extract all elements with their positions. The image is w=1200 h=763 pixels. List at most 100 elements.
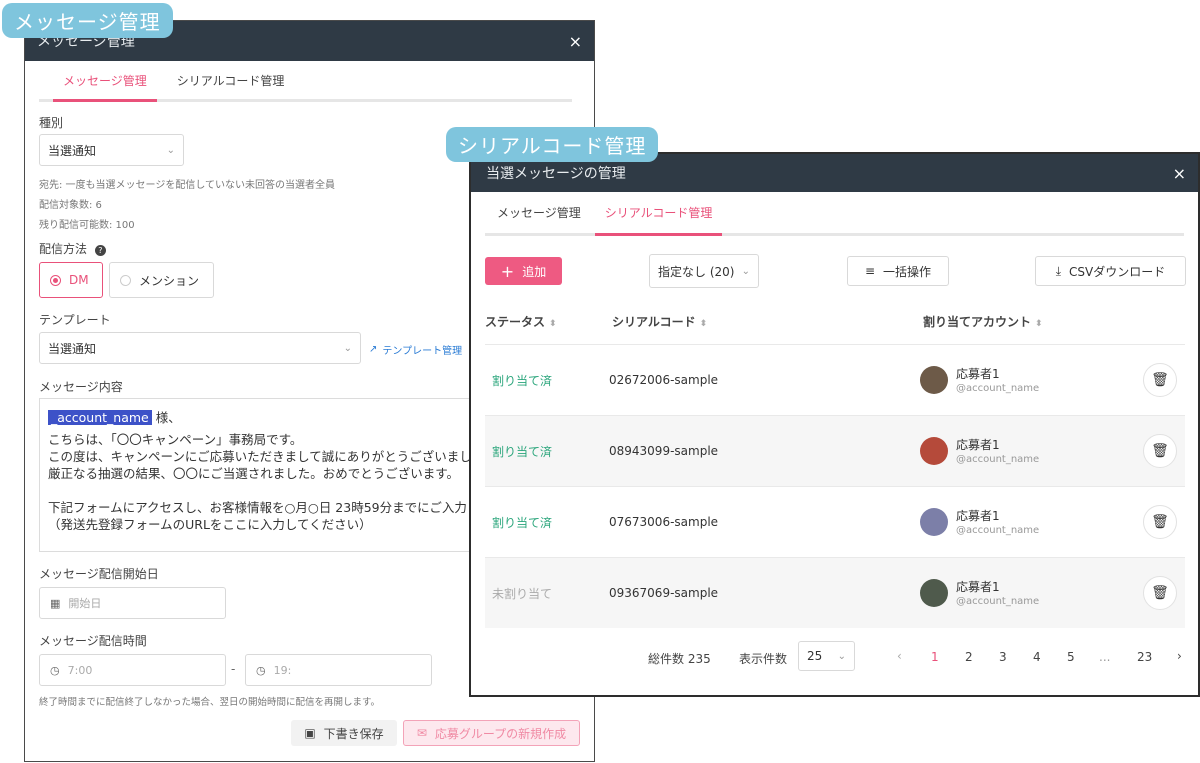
add-label: 追加 <box>522 264 547 279</box>
help-icon[interactable]: ? <box>94 245 106 256</box>
time-end-input[interactable]: ◷ 19: <box>245 654 432 686</box>
row-handle: @account_name <box>956 596 1040 607</box>
account-name-variable: _account_name <box>48 410 152 425</box>
col-account-label: 割り当てアカウント <box>923 315 1032 329</box>
page-5[interactable]: 5 <box>1067 650 1075 664</box>
row-code: 02672006-sample <box>609 373 719 387</box>
per-page-select[interactable]: 25 ⌄ <box>798 641 855 671</box>
time-start-input[interactable]: ◷ 7:00 <box>39 654 226 686</box>
avatar <box>920 579 948 607</box>
row-handle: @account_name <box>956 454 1040 465</box>
col-serial[interactable]: シリアルコード ⬍ <box>612 313 707 330</box>
left-close-icon[interactable]: × <box>569 32 582 51</box>
method-label: 配信方法 ? <box>39 240 106 257</box>
external-link-icon: ↗ <box>369 344 378 355</box>
chevron-down-icon: ⌄ <box>343 342 352 354</box>
method-dm-option[interactable]: DM <box>39 262 103 298</box>
delete-icon[interactable]: 🗑 <box>1143 576 1177 610</box>
page-3[interactable]: 3 <box>999 650 1007 664</box>
left-tab-message[interactable]: メッセージ管理 <box>53 72 157 102</box>
total-count: 総件数 235 <box>648 652 711 666</box>
prev-page-icon[interactable]: ‹ <box>897 649 902 663</box>
template-select[interactable]: 当選通知 ⌄ <box>39 332 361 364</box>
time-separator: - <box>231 662 236 676</box>
radio-icon <box>120 274 131 286</box>
row-status: 未割り当て <box>492 586 553 601</box>
time-end-value: 19: <box>273 663 292 677</box>
col-account[interactable]: 割り当てアカウント ⬍ <box>923 313 1043 330</box>
csv-download-label: CSVダウンロード <box>1069 264 1166 279</box>
download-icon: ⤓ <box>1055 263 1062 278</box>
calendar-icon: ▦ <box>50 596 61 610</box>
badge-message-management: メッセージ管理 <box>2 3 173 38</box>
chevron-down-icon: ⌄ <box>837 650 846 662</box>
right-tab-message[interactable]: メッセージ管理 <box>485 204 595 233</box>
table-row: 未割り当て 09367069-sample 応募者1 @account_name… <box>485 557 1185 628</box>
table-row: 割り当て済 02672006-sample 応募者1 @account_name… <box>485 344 1185 415</box>
method-dm-label: DM <box>69 273 89 287</box>
recipient-info: 宛先: 一度も当選メッセージを配信していない未回答の当選者全員 <box>39 180 336 191</box>
clock-icon: ◷ <box>50 663 60 677</box>
type-label: 種別 <box>39 116 64 130</box>
type-select[interactable]: 当選通知 ⌄ <box>39 134 184 166</box>
per-page-label: 表示件数 <box>739 652 788 666</box>
method-mention-option[interactable]: メンション <box>109 262 214 298</box>
start-date-input[interactable]: ▦ 開始日 <box>39 587 226 619</box>
col-status[interactable]: ステータス ⬍ <box>485 313 557 330</box>
bulk-action-button[interactable]: ≡ 一括操作 <box>847 256 949 286</box>
draft-save-label: 下書き保存 <box>323 726 384 741</box>
content-label: メッセージ内容 <box>39 380 123 394</box>
page-ellipsis: ... <box>1099 650 1111 664</box>
filter-value: 指定なし (20) <box>658 264 735 279</box>
left-tab-serial[interactable]: シリアルコード管理 <box>167 72 295 99</box>
right-close-icon[interactable]: × <box>1173 164 1186 183</box>
time-label: メッセージ配信時間 <box>39 634 147 648</box>
list-edit-icon: ≡ <box>864 264 876 278</box>
add-button[interactable]: + 追加 <box>485 257 562 285</box>
right-window-title: 当選メッセージの管理 <box>486 166 626 182</box>
per-page-value: 25 <box>807 649 823 663</box>
chevron-down-icon: ⌄ <box>741 265 750 277</box>
badge-serial-code-management: シリアルコード管理 <box>446 127 659 162</box>
row-name: 応募者1 <box>956 367 1000 381</box>
col-serial-label: シリアルコード <box>612 315 696 329</box>
draft-save-button[interactable]: ▣ 下書き保存 <box>291 720 397 746</box>
page-1[interactable]: 1 <box>931 650 939 664</box>
row-name: 応募者1 <box>956 438 1000 452</box>
avatar <box>920 437 948 465</box>
sort-icon: ⬍ <box>699 319 708 329</box>
right-tab-serial[interactable]: シリアルコード管理 <box>594 204 723 236</box>
time-note: 終了時間までに配信終了しなかった場合、翌日の開始時間に配信を再開します。 <box>39 697 381 708</box>
canvas: メッセージ管理 × メッセージ管理 シリアルコード管理 種別 当選通知 ⌄ 宛先… <box>0 0 1200 763</box>
row-name: 応募者1 <box>956 580 1000 594</box>
delete-icon[interactable]: 🗑 <box>1143 434 1177 468</box>
row-code: 07673006-sample <box>609 515 719 529</box>
mail-icon: ✉ <box>416 726 427 740</box>
page-4[interactable]: 4 <box>1033 650 1041 664</box>
page-23[interactable]: 23 <box>1137 650 1152 664</box>
delete-icon[interactable]: 🗑 <box>1143 363 1177 397</box>
filter-select[interactable]: 指定なし (20) ⌄ <box>649 254 759 288</box>
start-date-placeholder: 開始日 <box>68 597 102 610</box>
row-handle: @account_name <box>956 525 1040 536</box>
csv-download-button[interactable]: ⤓ CSVダウンロード <box>1035 256 1186 286</box>
template-label: テンプレート <box>39 313 111 327</box>
time-start-value: 7:00 <box>67 663 93 677</box>
row-status: 割り当て済 <box>492 515 553 530</box>
template-manage-link[interactable]: ↗ テンプレート管理 <box>369 342 462 357</box>
method-label-text: 配信方法 <box>39 242 88 256</box>
next-page-icon[interactable]: › <box>1177 649 1182 663</box>
table-row: 割り当て済 07673006-sample 応募者1 @account_name… <box>485 486 1185 557</box>
row-handle: @account_name <box>956 383 1040 394</box>
col-status-label: ステータス <box>485 315 546 329</box>
template-manage-text: テンプレート管理 <box>382 346 463 357</box>
type-select-value: 当選通知 <box>48 143 97 158</box>
radio-icon <box>50 274 61 286</box>
create-group-button[interactable]: ✉ 応募グループの新規作成 <box>403 720 580 746</box>
row-name: 応募者1 <box>956 509 1000 523</box>
page-2[interactable]: 2 <box>965 650 973 664</box>
delete-icon[interactable]: 🗑 <box>1143 505 1177 539</box>
sort-icon: ⬍ <box>549 319 557 329</box>
start-date-label: メッセージ配信開始日 <box>39 567 159 581</box>
row-status: 割り当て済 <box>492 373 553 388</box>
